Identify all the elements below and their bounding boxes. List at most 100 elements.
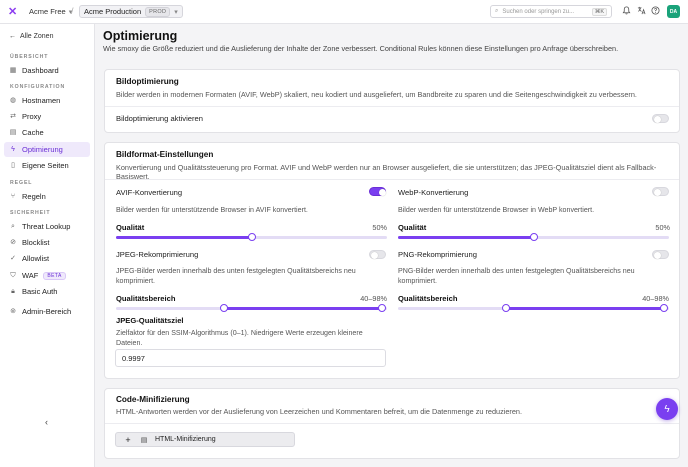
file-code-icon: ▤ xyxy=(140,436,148,444)
collapse-sidebar-icon[interactable]: ‹ xyxy=(45,417,48,427)
webp-quality-slider[interactable] xyxy=(398,233,669,241)
sidebar-item-allowlist[interactable]: ✓ Allowlist xyxy=(4,251,90,266)
avif-quality-slider[interactable] xyxy=(116,233,387,241)
code-minify-card: Code-Minifizierung HTML-Antworten werden… xyxy=(104,388,680,459)
slider-thumb-min[interactable] xyxy=(502,304,511,312)
divider xyxy=(105,179,679,180)
slider-thumb[interactable] xyxy=(529,233,538,241)
logo-icon[interactable]: ✕ xyxy=(8,6,18,18)
team-switcher[interactable]: Acme Free ▾ xyxy=(29,7,72,16)
page-icon: ▯ xyxy=(11,161,15,169)
sidebar-item-waf[interactable]: ⛉ WAF BETA xyxy=(4,268,90,283)
png-range-slider[interactable] xyxy=(398,304,669,312)
sidebar-item-custom-pages[interactable]: ▯ Eigene Seiten xyxy=(4,158,90,173)
rules-icon: ⑂ xyxy=(10,192,16,200)
sidebar-item-label: Threat Lookup xyxy=(22,222,71,231)
jpeg-label: JPEG-Rekomprimierung xyxy=(116,250,199,259)
env-badge: PROD xyxy=(145,6,171,17)
card-description: HTML-Antworten werden vor der Auslieferu… xyxy=(116,407,523,416)
bell-icon[interactable] xyxy=(621,6,632,17)
jpeg-target-description: Zielfaktor für den SSIM-Algorithmus (0–1… xyxy=(116,329,363,347)
sidebar-item-label: Admin-Bereich xyxy=(22,307,72,316)
database-icon: ▤ xyxy=(9,128,17,136)
card-title: Code-Minifizierung xyxy=(116,395,190,404)
jpeg-range-label: Qualitätsbereich xyxy=(116,294,176,303)
section-label-config: KONFIGURATION xyxy=(10,84,66,90)
avif-quality-value: 50% xyxy=(372,223,387,232)
help-icon[interactable] xyxy=(650,6,661,17)
html-minify-button[interactable]: + ▤ HTML-Minifizierung xyxy=(115,432,295,447)
sidebar-item-label: Optimierung xyxy=(22,145,63,154)
search-placeholder: Suchen oder springen zu... xyxy=(502,8,575,15)
sidebar-item-dashboard[interactable]: ▦ Dashboard xyxy=(4,63,90,78)
back-label: Alle Zonen xyxy=(20,33,54,40)
sidebar-item-label: Dashboard xyxy=(22,66,59,75)
sidebar-item-label: Eigene Seiten xyxy=(22,161,69,170)
sidebar-item-label: Blocklist xyxy=(22,238,50,247)
avatar[interactable]: DA xyxy=(667,5,680,18)
png-range-value: 40–98% xyxy=(642,294,669,303)
sidebar-item-label: Cache xyxy=(22,128,44,137)
plus-icon: + xyxy=(125,434,131,445)
image-opt-toggle[interactable] xyxy=(652,114,669,123)
arrow-left-icon: ← xyxy=(9,33,16,40)
webp-quality-label: Qualität xyxy=(398,223,427,232)
section-label-overview: ÜBERSICHT xyxy=(10,54,49,60)
check-circle-icon: ✓ xyxy=(10,254,16,262)
png-toggle[interactable] xyxy=(652,250,669,259)
jpeg-range-slider[interactable] xyxy=(116,304,387,312)
sidebar-item-rules[interactable]: ⑂ Regeln xyxy=(4,189,90,204)
slider-thumb[interactable] xyxy=(247,233,256,241)
team-name: Acme Free xyxy=(29,7,66,16)
png-label: PNG-Rekomprimierung xyxy=(398,250,477,259)
jpeg-toggle[interactable] xyxy=(369,250,386,259)
shortcut-hint: ⌘K xyxy=(591,7,607,16)
webp-toggle[interactable] xyxy=(652,187,669,196)
sidebar-item-proxy[interactable]: ⇄ Proxy xyxy=(4,109,90,124)
slider-thumb-min[interactable] xyxy=(220,304,229,312)
search-shield-icon: ⌕ xyxy=(11,222,15,230)
slider-thumb-max[interactable] xyxy=(377,304,386,312)
search-icon: ⌕ xyxy=(495,8,499,14)
sidebar-item-hostnames[interactable]: ◍ Hostnamen xyxy=(4,93,90,108)
image-optimization-card: Bildoptimierung Bilder werden in moderne… xyxy=(104,69,680,133)
jpeg-target-input[interactable] xyxy=(115,349,386,367)
search-input[interactable]: ⌕ Suchen oder springen zu... ⌘K xyxy=(490,5,612,18)
chevron-down-icon: ▾ xyxy=(174,8,178,16)
avif-toggle[interactable] xyxy=(369,187,386,196)
image-format-card: Bildformat-Einstellungen Konvertierung u… xyxy=(104,142,680,379)
card-description: Bilder werden in modernen Formaten (AVIF… xyxy=(116,90,637,99)
lock-icon: 🔒︎ xyxy=(11,287,15,295)
zone-switcher[interactable]: Acme Production PROD ▾ xyxy=(79,5,183,18)
translate-icon[interactable] xyxy=(636,6,647,17)
section-label-security: SICHERHEIT xyxy=(10,210,51,216)
sidebar-item-optimization[interactable]: ϟ Optimierung xyxy=(4,142,90,157)
sidebar-item-cache[interactable]: ▤ Cache xyxy=(4,125,90,140)
sidebar-item-label: Proxy xyxy=(22,112,42,121)
quick-actions-button[interactable]: ϟ xyxy=(656,398,678,420)
sidebar-item-label: Regeln xyxy=(22,192,46,201)
sidebar-item-blocklist[interactable]: ⊘ Blocklist xyxy=(4,235,90,250)
webp-label: WebP-Konvertierung xyxy=(398,188,469,197)
sidebar-item-admin[interactable]: ⊚ Admin-Bereich xyxy=(4,304,90,319)
sidebar-item-label: WAF xyxy=(22,271,39,280)
page-title: Optimierung xyxy=(103,29,178,43)
sidebar: ← Alle Zonen ÜBERSICHT ▦ Dashboard KONFI… xyxy=(0,24,95,467)
globe-icon: ◍ xyxy=(9,96,17,104)
zap-icon: ϟ xyxy=(664,403,670,415)
ban-icon: ⊘ xyxy=(10,238,16,246)
card-title: Bildformat-Einstellungen xyxy=(116,150,214,159)
back-to-zones-link[interactable]: ← Alle Zonen xyxy=(9,33,53,40)
sidebar-item-basic-auth[interactable]: 🔒︎ Basic Auth xyxy=(4,284,90,299)
jpeg-range-value: 40–98% xyxy=(360,294,387,303)
beta-badge: BETA xyxy=(43,271,66,280)
avif-description: Bilder werden für unterstützende Browser… xyxy=(116,206,308,214)
sidebar-item-label: Basic Auth xyxy=(22,287,58,296)
sidebar-item-label: Allowlist xyxy=(22,254,50,263)
avif-label: AVIF-Konvertierung xyxy=(116,188,183,197)
page-description: Wie smoxy die Größe reduziert und die Au… xyxy=(103,44,619,53)
sidebar-item-threat-lookup[interactable]: ⌕ Threat Lookup xyxy=(4,219,90,234)
slider-thumb-max[interactable] xyxy=(659,304,668,312)
sidebar-item-label: Hostnamen xyxy=(22,96,61,105)
jpeg-description: JPEG-Bilder werden innerhalb des unten f… xyxy=(116,267,356,285)
